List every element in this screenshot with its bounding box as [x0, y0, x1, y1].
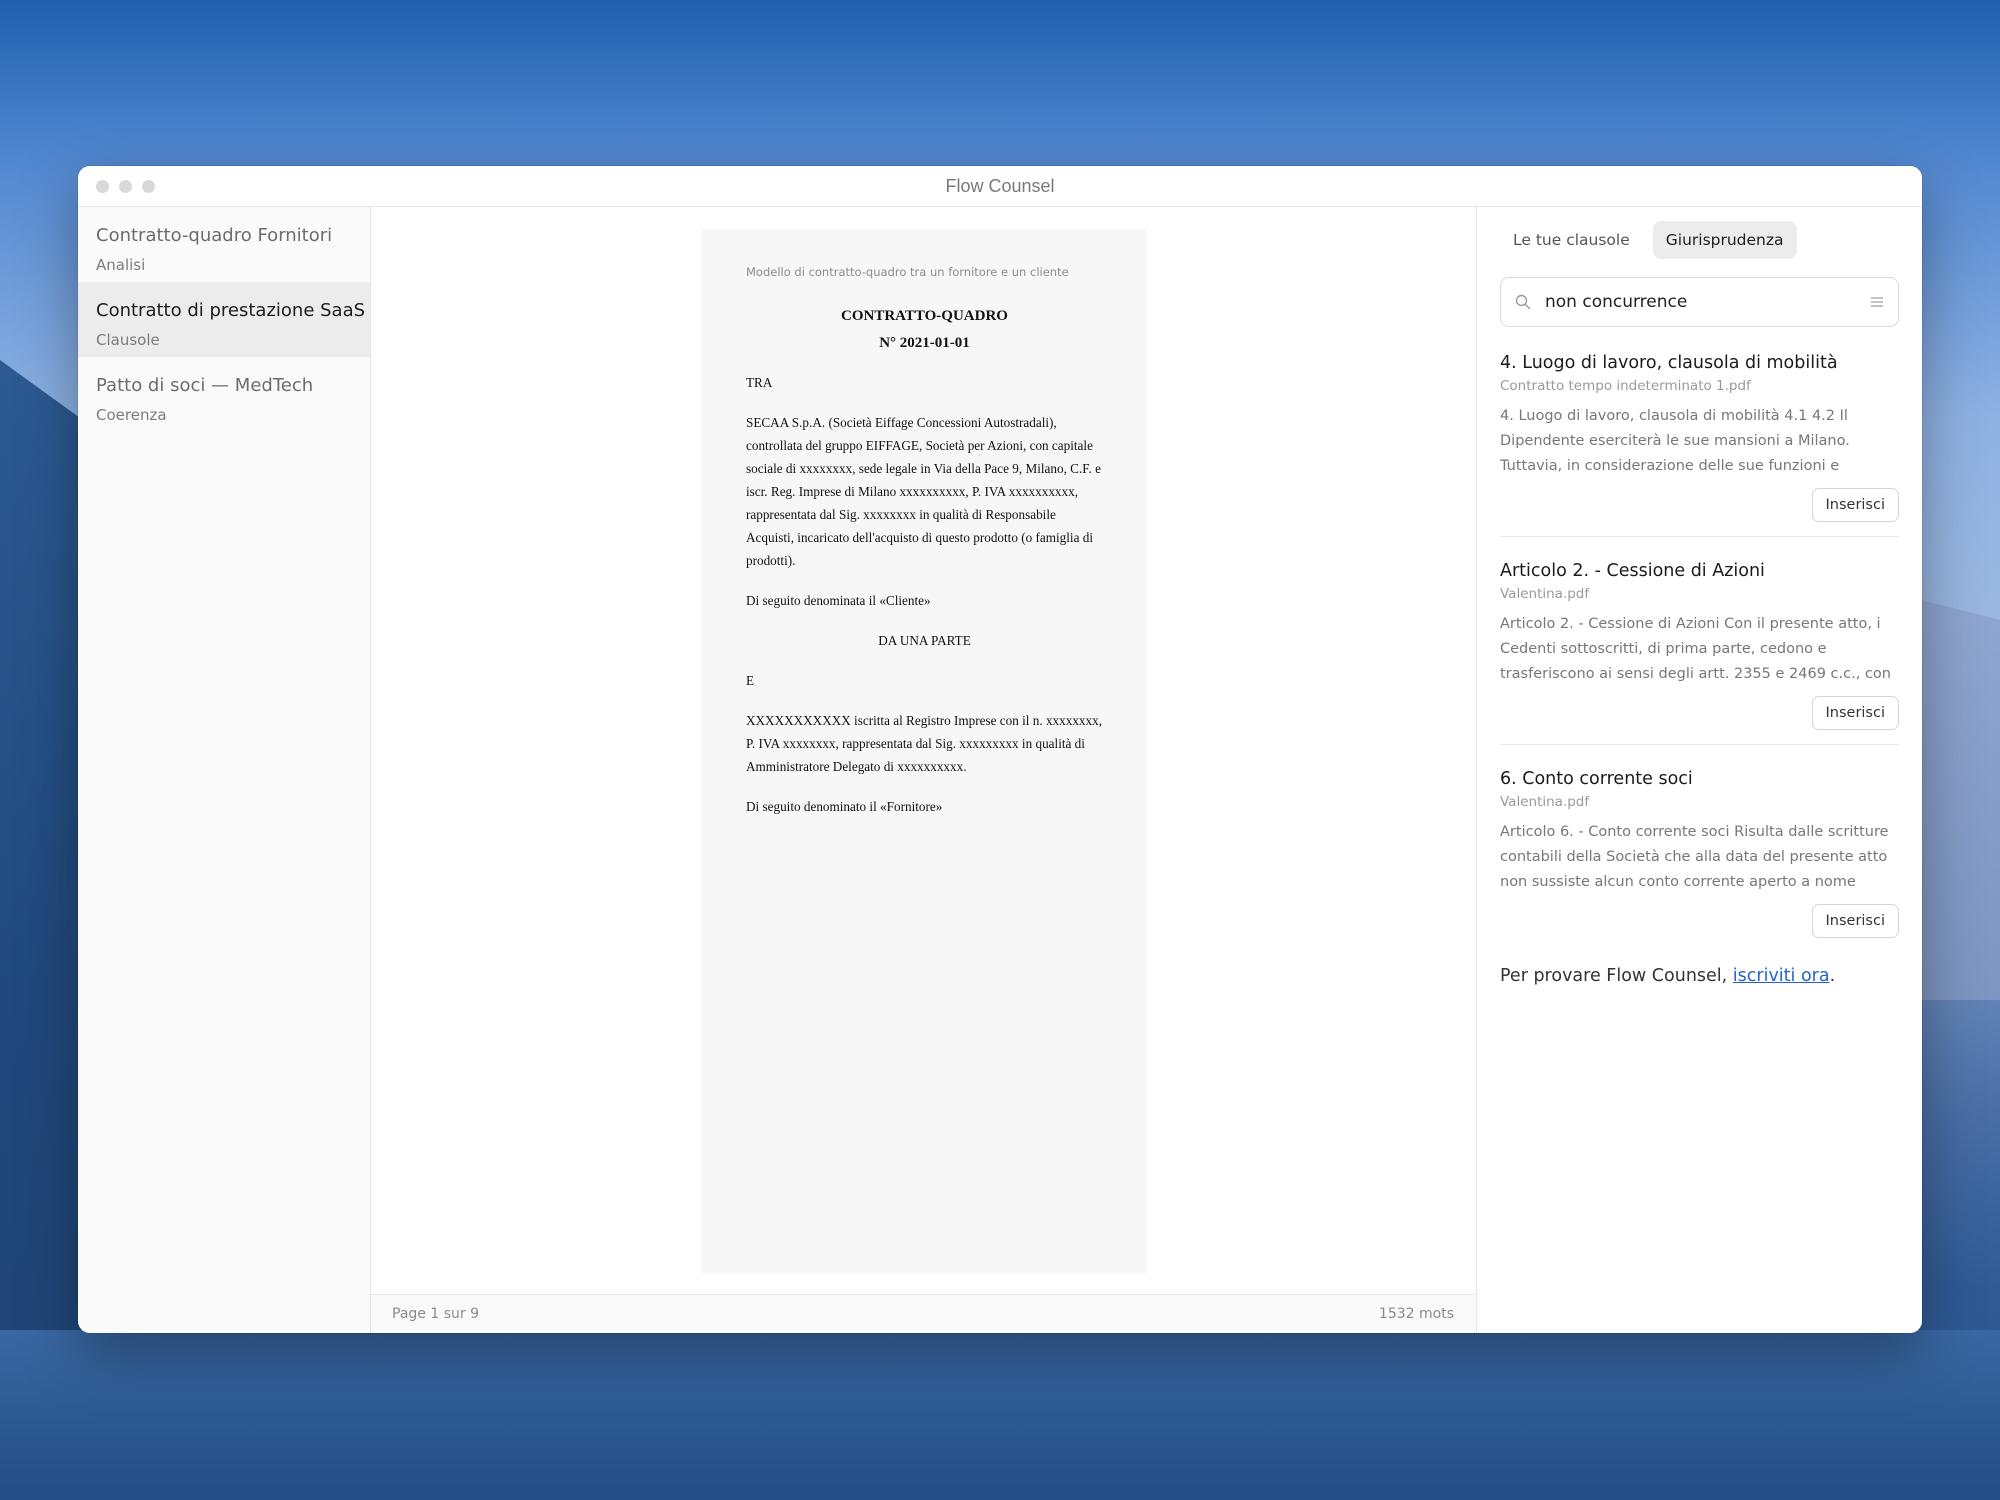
signup-prompt-text: Per provare Flow Counsel,: [1500, 966, 1733, 986]
page-counter: Page 1 sur 9: [392, 1306, 479, 1322]
document-body: CONTRATTO-QUADRO N° 2021-01-01 TRA SECAA…: [746, 303, 1103, 818]
documents-sidebar: Contratto-quadro Fornitori Analisi Contr…: [78, 207, 371, 1333]
result-excerpt: Articolo 6. - Conto corrente soci Risult…: [1500, 824, 1889, 890]
result-source-file: Contratto tempo indeterminato 1.pdf: [1500, 378, 1751, 394]
status-bar: Page 1 sur 9 1532 mots: [371, 1294, 1476, 1333]
result-actions: Inserisci: [1500, 488, 1899, 522]
word-count: 1532 mots: [1378, 1306, 1454, 1322]
result-excerpt: 4. Luogo di lavoro, clausola di mobilità…: [1500, 408, 1850, 474]
result-card: Articolo 2. - Cessione di Azioni Valenti…: [1500, 559, 1899, 745]
doc-paragraph: TRA: [746, 375, 773, 390]
document-page[interactable]: Modello di contratto-quadro tra un forni…: [701, 229, 1147, 1274]
search-results: 4. Luogo di lavoro, clausola di mobilità…: [1500, 351, 1899, 952]
sidebar-item-title: Contratto-quadro Fornitori: [96, 225, 333, 246]
doc-paragraph: DA UNA PARTE: [878, 633, 971, 648]
panel-tabs: Le tue clausole Giurisprudenza: [1500, 221, 1899, 259]
result-excerpt: Articolo 2. - Cessione di Azioni Con il …: [1500, 616, 1891, 682]
signup-prompt-suffix: .: [1829, 966, 1836, 986]
window-title: Flow Counsel: [945, 176, 1055, 196]
doc-paragraph: E: [746, 673, 755, 688]
document-viewer: Modello di contratto-quadro tra un forni…: [371, 207, 1476, 1333]
result-source-file: Valentina.pdf: [1500, 586, 1590, 602]
tab-le-tue-clausole[interactable]: Le tue clausole: [1500, 221, 1643, 259]
signup-prompt: Per provare Flow Counsel, iscriviti ora.: [1500, 966, 1899, 986]
result-actions: Inserisci: [1500, 904, 1899, 938]
search-icon: [1515, 294, 1531, 310]
result-card: 6. Conto corrente soci Valentina.pdf Art…: [1500, 767, 1899, 952]
insert-button[interactable]: Inserisci: [1811, 904, 1899, 938]
sidebar-item-title: Contratto di prestazione SaaS: [96, 300, 366, 321]
sidebar-item-subtitle: Coerenza: [96, 406, 167, 424]
result-actions: Inserisci: [1500, 696, 1899, 730]
result-source-file: Valentina.pdf: [1500, 794, 1590, 810]
app-window: Flow Counsel Contratto-quadro Fornitori …: [78, 166, 1922, 1333]
search-box[interactable]: [1500, 277, 1899, 327]
doc-paragraph: Di seguito denominata il «Cliente»: [746, 593, 931, 608]
page-header: Modello di contratto-quadro tra un forni…: [746, 265, 1069, 279]
signup-link[interactable]: iscriviti ora: [1733, 966, 1830, 986]
title-bar: Flow Counsel: [78, 166, 1922, 207]
sidebar-item-contratto-quadro[interactable]: Contratto-quadro Fornitori Analisi: [78, 207, 370, 282]
result-title: 4. Luogo di lavoro, clausola di mobilità: [1500, 353, 1838, 373]
tab-giurisprudenza[interactable]: Giurisprudenza: [1652, 221, 1797, 259]
insert-button[interactable]: Inserisci: [1811, 488, 1899, 522]
document-number: N° 2021-01-01: [879, 335, 970, 351]
document-title: CONTRATTO-QUADRO: [841, 308, 1008, 324]
insert-button[interactable]: Inserisci: [1811, 696, 1899, 730]
result-card: 4. Luogo di lavoro, clausola di mobilità…: [1500, 351, 1899, 537]
sidebar-item-subtitle: Analisi: [96, 256, 146, 274]
search-input[interactable]: [1545, 292, 1870, 312]
doc-paragraph: XXXXXXXXXXX iscritta al Registro Imprese…: [746, 713, 1103, 774]
filter-menu-icon[interactable]: [1870, 296, 1884, 308]
clauses-panel: Le tue clausole Giurisprudenza 4. Luogo …: [1476, 207, 1922, 1333]
result-title: 6. Conto corrente soci: [1500, 769, 1693, 789]
sidebar-item-patto-soci[interactable]: Patto di soci — MedTech Coerenza: [78, 357, 370, 432]
doc-paragraph: Di seguito denominato il «Fornitore»: [746, 799, 943, 814]
sidebar-item-contratto-saas[interactable]: Contratto di prestazione SaaS Clausole: [78, 282, 370, 357]
sidebar-item-subtitle: Clausole: [96, 331, 160, 349]
doc-paragraph: SECAA S.p.A. (Società Eiffage Concession…: [746, 415, 1101, 568]
sidebar-item-title: Patto di soci — MedTech: [96, 375, 314, 396]
result-title: Articolo 2. - Cessione di Azioni: [1500, 561, 1765, 581]
wallpaper-water: [0, 1330, 2000, 1500]
